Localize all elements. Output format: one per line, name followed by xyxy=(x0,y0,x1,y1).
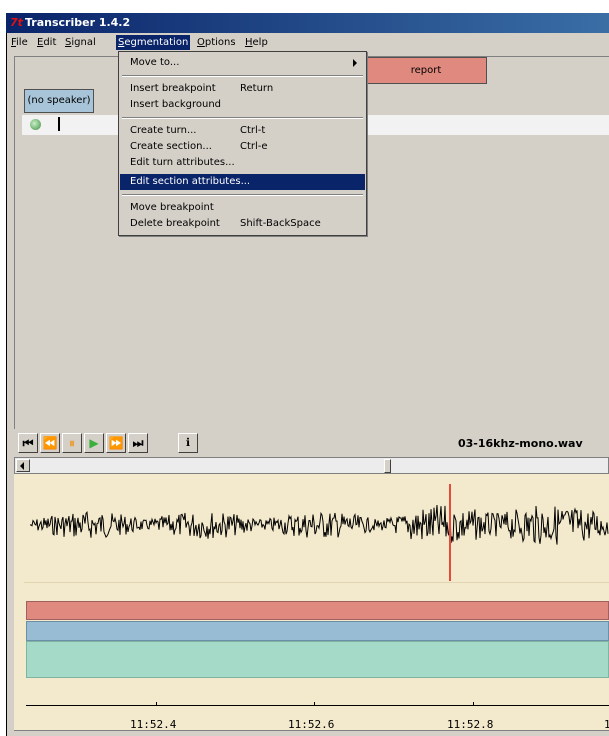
arrow-left-icon xyxy=(20,462,24,470)
skip-forward-icon: ⏭ xyxy=(132,436,144,450)
transcription-segment-track[interactable] xyxy=(26,641,609,678)
text-cursor xyxy=(58,117,60,131)
segment-dot-icon[interactable] xyxy=(30,119,41,130)
submenu-arrow-icon xyxy=(353,59,357,67)
title-bar[interactable]: 7t Transcriber 1.4.2 xyxy=(6,13,609,33)
time-axis-tick xyxy=(156,702,157,706)
waveform-path xyxy=(30,504,609,545)
menu-separator xyxy=(122,117,363,119)
playback-cursor[interactable] xyxy=(449,484,451,581)
section-segment-track[interactable] xyxy=(26,601,609,620)
horizontal-scrollbar[interactable] xyxy=(14,457,609,474)
menu-segmentation[interactable]: Segmentation xyxy=(116,35,191,50)
fast-forward-button[interactable]: ⏩ xyxy=(106,433,126,453)
info-button[interactable]: ℹ xyxy=(178,433,198,453)
skip-to-start-button[interactable]: ⏮ xyxy=(18,433,38,453)
menu-item-edit-turn-attributes[interactable]: Edit turn attributes... xyxy=(120,155,365,171)
status-strip xyxy=(14,730,609,736)
menu-item-create-turn[interactable]: Create turn... Ctrl-t xyxy=(120,123,365,139)
time-axis xyxy=(26,705,609,706)
menu-file[interactable]: File xyxy=(9,35,30,50)
speaker-turn-button[interactable]: (no speaker) xyxy=(24,89,94,113)
menu-edit[interactable]: Edit xyxy=(35,35,58,50)
menu-item-delete-breakpoint[interactable]: Delete breakpoint Shift-BackSpace xyxy=(120,216,365,232)
play-icon: ▶ xyxy=(89,436,99,450)
info-icon: ℹ xyxy=(185,436,191,449)
pause-button[interactable]: ⏸ xyxy=(62,433,82,453)
menu-item-insert-background[interactable]: Insert background xyxy=(120,97,365,113)
menu-separator xyxy=(122,194,363,196)
audio-filename: 03-16khz-mono.wav xyxy=(458,437,583,450)
segmentation-dropdown-menu: Move to... Insert breakpoint Return Inse… xyxy=(118,51,367,236)
section-report-button[interactable]: report xyxy=(365,57,487,84)
menu-item-edit-section-attributes[interactable]: Edit section attributes... xyxy=(120,174,365,190)
rewind-button[interactable]: ⏪ xyxy=(40,433,60,453)
audio-waveform[interactable] xyxy=(30,489,609,561)
menu-item-create-section[interactable]: Create section... Ctrl-e xyxy=(120,139,365,155)
window-title: Transcriber 1.4.2 xyxy=(25,16,131,29)
rewind-icon: ⏪ xyxy=(42,436,58,450)
menu-help[interactable]: Help xyxy=(243,35,270,50)
menu-bar: File Edit Signal Segmentation Options He… xyxy=(7,33,609,51)
signal-divider xyxy=(24,582,609,583)
skip-back-icon: ⏮ xyxy=(22,436,34,450)
time-axis-tick xyxy=(314,702,315,706)
menu-item-move-breakpoint[interactable]: Move breakpoint xyxy=(120,200,365,216)
skip-to-end-button[interactable]: ⏭ xyxy=(128,433,148,453)
menu-item-insert-breakpoint[interactable]: Insert breakpoint Return xyxy=(120,81,365,97)
menu-options[interactable]: Options xyxy=(195,35,238,50)
transcriber-logo-icon: 7t xyxy=(10,16,23,29)
menu-item-move-to[interactable]: Move to... xyxy=(120,55,365,71)
play-button[interactable]: ▶ xyxy=(84,433,104,453)
pause-icon: ⏸ xyxy=(68,436,75,450)
time-axis-tick xyxy=(473,702,474,706)
speaker-segment-track[interactable] xyxy=(26,621,609,641)
scrollbar-thumb[interactable] xyxy=(384,459,391,473)
menu-signal[interactable]: Signal xyxy=(63,35,98,50)
menu-separator xyxy=(122,75,363,77)
fast-forward-icon: ⏩ xyxy=(108,436,124,450)
